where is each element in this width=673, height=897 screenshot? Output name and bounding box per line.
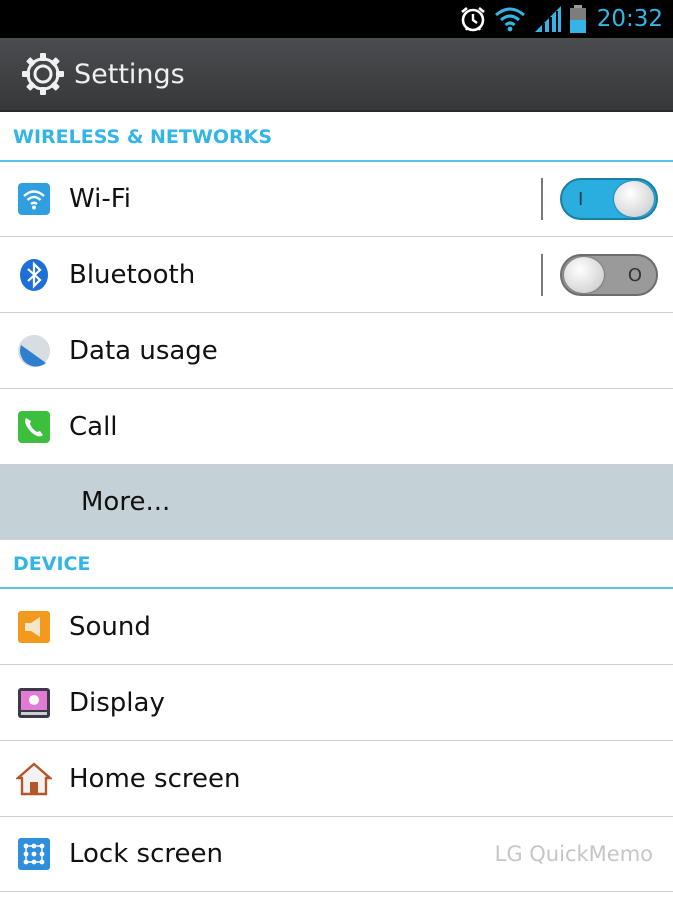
status-time: 20:32	[596, 6, 663, 32]
data-usage-icon	[16, 333, 52, 369]
bluetooth-icon	[16, 257, 52, 293]
lock-screen-icon	[16, 836, 52, 872]
settings-item-label: Lock screen	[69, 839, 223, 869]
status-bar: 20:32	[0, 0, 673, 38]
settings-item-display[interactable]: Display	[0, 666, 673, 741]
settings-item-wifi[interactable]: Wi-Fi I	[0, 162, 673, 237]
settings-item-label: Sound	[69, 612, 151, 642]
toggle-mark: I	[578, 188, 584, 210]
settings-item-label: Call	[69, 412, 118, 442]
phone-icon	[16, 409, 52, 445]
settings-item-sound[interactable]: Sound	[0, 590, 673, 665]
bluetooth-toggle[interactable]: O	[560, 254, 658, 296]
cell-signal-icon	[533, 4, 563, 34]
action-bar: Settings	[0, 38, 673, 112]
gear-icon[interactable]	[20, 51, 66, 97]
settings-item-label: Bluetooth	[69, 260, 196, 290]
toggle-knob	[564, 257, 604, 293]
settings-item-bluetooth[interactable]: Bluetooth O	[0, 238, 673, 313]
toggle-divider	[541, 254, 543, 296]
wifi-icon	[16, 181, 52, 217]
settings-item-label: More...	[81, 487, 171, 517]
wifi-toggle[interactable]: I	[560, 178, 658, 220]
settings-item-label: Display	[69, 688, 165, 718]
toggle-knob	[614, 181, 654, 217]
sound-icon	[16, 609, 52, 645]
alarm-icon	[459, 4, 487, 34]
settings-item-more[interactable]: More...	[0, 465, 673, 540]
toggle-divider	[541, 178, 543, 220]
settings-item-label: Wi-Fi	[69, 184, 132, 214]
battery-icon	[569, 4, 587, 34]
settings-item-home-screen[interactable]: Home screen	[0, 742, 673, 817]
page-title: Settings	[74, 58, 185, 90]
section-header-wireless: WIRELESS & NETWORKS	[0, 114, 673, 162]
toggle-mark: O	[627, 264, 642, 286]
settings-item-label: Data usage	[69, 336, 218, 366]
wifi-signal-icon	[493, 4, 527, 34]
settings-item-lock-screen[interactable]: Lock screen LG QuickMemo	[0, 817, 673, 892]
section-header-device: DEVICE	[0, 541, 673, 589]
home-icon	[16, 761, 52, 797]
display-icon	[16, 685, 52, 721]
watermark-text: LG QuickMemo	[494, 842, 653, 866]
settings-item-label: Home screen	[69, 764, 241, 794]
settings-item-data-usage[interactable]: Data usage	[0, 314, 673, 389]
settings-item-call[interactable]: Call	[0, 390, 673, 465]
